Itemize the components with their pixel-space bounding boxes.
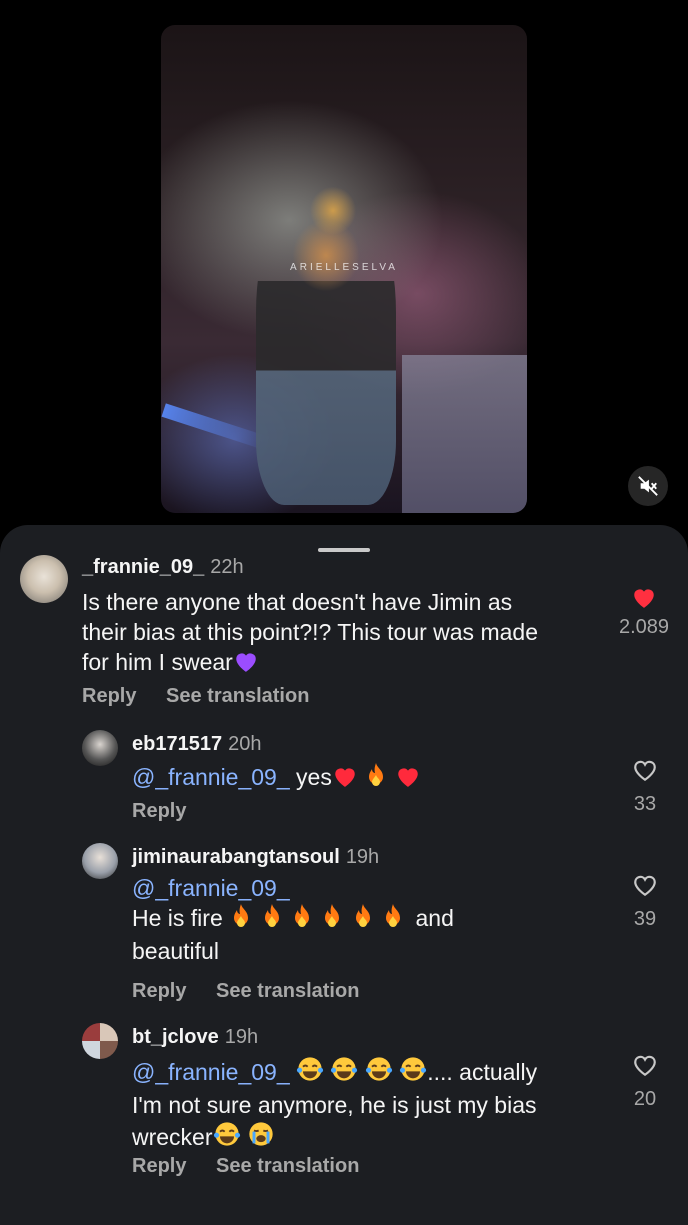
comment-actions: Reply See translation [132,980,359,1003]
comment-text: @_frannie_09_ He is fire and beautiful [132,875,454,964]
comment-mention[interactable]: @_frannie_09_ [132,1059,290,1085]
heart-filled-icon[interactable] [631,585,657,609]
see-translation-button[interactable]: See translation [216,1155,359,1178]
crying-face-emoji [247,1120,275,1155]
avatar[interactable] [82,843,118,879]
heart-outline-icon[interactable] [632,758,658,782]
heart-outline-icon[interactable] [632,1053,658,1077]
performer-figure [256,185,396,505]
reply-button[interactable]: Reply [132,800,186,823]
tears-of-joy-emoji [365,1055,393,1090]
tears-of-joy-emoji [213,1120,241,1155]
purple-heart-emoji [233,649,259,680]
stage-light-beam [161,403,271,451]
avatar[interactable] [20,555,68,603]
video-watermark: ARIELLESELVA [290,262,398,273]
like-count: 33 [633,793,657,815]
comment-header: eb171517 20h [132,732,261,756]
red-heart-emoji [332,764,358,795]
tears-of-joy-emoji [399,1055,427,1090]
fire-emoji [229,903,253,936]
comment-username[interactable]: jiminaurabangtansoul [132,846,340,868]
comment-text: @_frannie_09_ yes [132,762,421,795]
heart-outline-icon[interactable] [632,873,658,897]
comment-item: bt_jclove 19h @_frannie_09_ .... actually… [0,1023,688,1193]
comment-time: 20h [228,733,262,755]
like-count: 39 [633,908,657,930]
like-column: 20 [605,1053,685,1111]
reply-button[interactable]: Reply [82,685,136,708]
tears-of-joy-emoji [296,1055,324,1090]
tears-of-joy-emoji [330,1055,358,1090]
like-column: 39 [605,873,685,931]
comment-mention[interactable]: @_frannie_09_ [132,764,290,790]
comment-header: _frannie_09_ 22h [82,555,244,579]
avatar[interactable] [82,730,118,766]
sheet-drag-handle[interactable] [318,548,370,552]
comment-username[interactable]: bt_jclove [132,1026,219,1048]
comment-time: 19h [345,846,380,868]
comment-text: Is there anyone that doesn't have Jimin … [82,587,602,680]
comment-text: @_frannie_09_ .... actually I'm not sure… [132,1055,592,1155]
speaker-muted-icon [638,476,658,496]
like-column: 33 [605,758,685,816]
comment-actions: Reply See translation [82,685,309,708]
like-count: 20 [633,1088,657,1110]
comment-time: 19h [224,1026,259,1048]
like-count: 2.089 [618,616,670,638]
comment-header: jiminaurabangtansoul 19h [132,845,379,869]
comment-mention[interactable]: @_frannie_09_ [132,875,290,901]
reply-button[interactable]: Reply [132,980,186,1003]
comment-actions: Reply [132,800,186,823]
red-heart-emoji [395,764,421,795]
reply-button[interactable]: Reply [132,1155,186,1178]
fire-emoji [364,762,388,795]
mute-button[interactable] [628,466,668,506]
fire-emoji [320,903,344,936]
comment-time: 22h [210,556,244,578]
comment-item: jiminaurabangtansoul 19h @_frannie_09_ He… [0,843,688,1013]
see-translation-button[interactable]: See translation [166,685,309,708]
fire-emoji [260,903,284,936]
comment-actions: Reply See translation [132,1155,359,1178]
comment-username[interactable]: _frannie_09_ [82,556,204,578]
comment-item: eb171517 20h @_frannie_09_ yes Reply 33 [0,730,688,830]
comment-item: _frannie_09_ 22h Is there anyone that doe… [0,555,688,715]
fire-emoji [351,903,375,936]
fire-emoji [381,903,405,936]
see-translation-button[interactable]: See translation [216,980,359,1003]
stage-backdrop [402,355,527,513]
avatar[interactable] [82,1023,118,1059]
comment-header: bt_jclove 19h [132,1025,258,1049]
like-column: 2.089 [604,585,684,639]
fire-emoji [290,903,314,936]
comment-username[interactable]: eb171517 [132,733,222,755]
video-preview[interactable]: ARIELLESELVA [161,25,527,513]
